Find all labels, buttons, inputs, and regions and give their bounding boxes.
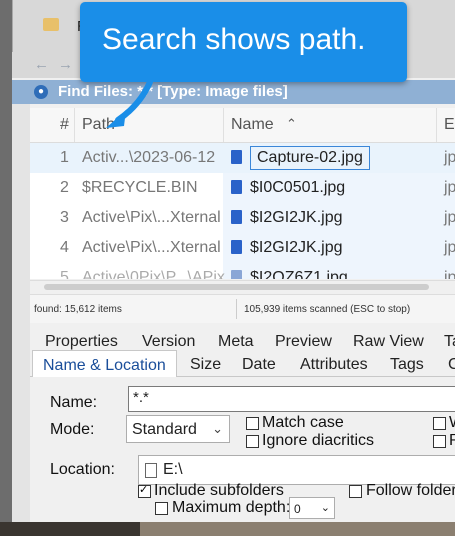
table-row[interactable]: 1 Activ...\2023-06-12 Capture-02.jpg jp: [30, 143, 455, 173]
right-option-label-1: W: [449, 414, 455, 432]
name-pattern-input[interactable]: *.*: [128, 386, 455, 412]
column-separator: [74, 108, 75, 142]
table-row[interactable]: 2 $RECYCLE.BIN $I0C0501.jpg jp: [30, 173, 455, 203]
left-panel: [12, 104, 30, 522]
row-name: $I2OZ6Z1.jpg: [250, 269, 348, 279]
column-separator: [436, 108, 437, 142]
tab-version[interactable]: Version: [142, 333, 195, 351]
row-name: $I2GI2JK.jpg: [250, 209, 343, 226]
right-option-checkbox-1[interactable]: [433, 417, 446, 430]
include-subfolders-label: Include subfolders: [154, 482, 284, 499]
column-ext[interactable]: E: [444, 116, 455, 134]
tab-more-partial[interactable]: C: [448, 356, 455, 374]
tabs-upper-row: Properties Version Meta Preview Raw View…: [30, 330, 455, 352]
mode-label: Mode:: [50, 421, 95, 438]
image-file-icon: [231, 240, 242, 254]
tab-name-location[interactable]: Name & Location: [32, 350, 177, 377]
row-ext: jp: [444, 149, 455, 166]
row-path: Active\Pix\...Xternal: [82, 209, 221, 226]
scrollbar-thumb[interactable]: [44, 284, 429, 290]
location-value: E:\: [163, 461, 183, 478]
match-case-checkbox[interactable]: [246, 417, 259, 430]
location-input[interactable]: E:\: [138, 455, 455, 485]
image-file-icon: [231, 180, 242, 194]
file-list: 1 Activ...\2023-06-12 Capture-02.jpg jp …: [30, 143, 455, 279]
include-subfolders-checkbox[interactable]: [138, 483, 151, 498]
right-option-checkbox-2[interactable]: [433, 435, 446, 448]
find-files-label: Find Files: *.* [Type: Image files]: [58, 83, 288, 100]
table-row[interactable]: 5 Active\0Pix\P...\APix $I2OZ6Z1.jpg jp: [30, 263, 455, 279]
tabs-lower-row: Name & Location Size Date Attributes Tag…: [30, 350, 455, 377]
row-number: 2: [60, 179, 69, 196]
match-case-label: Match case: [262, 414, 344, 431]
left-window-edge: [0, 52, 12, 522]
maximum-depth-label: Maximum depth:: [172, 499, 291, 516]
maximum-depth-checkbox[interactable]: [155, 502, 168, 515]
row-ext: jp: [444, 179, 455, 196]
follow-folder-label: Follow folder: [366, 482, 455, 499]
tab-attributes[interactable]: Attributes: [300, 356, 368, 374]
row-number: 5: [60, 269, 69, 279]
column-number[interactable]: #: [60, 116, 69, 134]
row-path: $RECYCLE.BIN: [82, 179, 198, 196]
tab-properties[interactable]: Properties: [45, 333, 118, 351]
row-name: $I0C0501.jpg: [250, 179, 346, 196]
chevron-down-icon: ⌄: [320, 502, 330, 514]
tab-raw-view[interactable]: Raw View: [353, 333, 424, 351]
found-count: found: 15,612 items: [34, 304, 122, 315]
row-path: Active\Pix\...Xternal: [82, 239, 221, 256]
sort-ascending-icon: ⌃: [286, 116, 297, 131]
mode-value: Standard: [132, 421, 197, 438]
status-bar: found: 15,612 items 105,939 items scanne…: [30, 294, 455, 323]
background-photo-light: [140, 522, 455, 536]
column-name[interactable]: Name: [231, 116, 274, 134]
row-path: Activ...\2023-06-12: [82, 149, 216, 166]
search-icon: ●: [34, 85, 48, 99]
row-number: 3: [60, 209, 69, 226]
right-option-label-2: R: [449, 432, 455, 449]
tab-preview[interactable]: Preview: [275, 333, 332, 351]
image-file-icon: [231, 270, 242, 279]
row-ext: jp: [444, 239, 455, 256]
ignore-diacritics-label: Ignore diacritics: [262, 432, 375, 449]
forward-arrow-icon[interactable]: →: [58, 56, 73, 73]
callout-text: Search shows path.: [102, 23, 366, 56]
image-file-icon: [231, 210, 242, 224]
tab-date[interactable]: Date: [242, 356, 276, 374]
tab-tags-partial[interactable]: Ta: [444, 333, 455, 351]
tab-tags[interactable]: Tags: [390, 356, 424, 374]
location-label: Location:: [50, 461, 115, 478]
tab-size[interactable]: Size: [190, 356, 221, 374]
row-ext: jp: [444, 209, 455, 226]
follow-folder-checkbox[interactable]: [349, 485, 362, 498]
chevron-down-icon: ⌄: [212, 421, 223, 436]
name-label: Name:: [50, 394, 98, 411]
scanned-count: 105,939 items scanned (ESC to stop): [244, 304, 411, 315]
callout-tooltip: Search shows path.: [80, 2, 407, 82]
image-file-icon: [231, 150, 242, 164]
row-number: 4: [60, 239, 69, 256]
folder-icon: [43, 18, 59, 31]
column-path[interactable]: Path: [82, 116, 115, 134]
find-files-bar: ● Find Files: *.* [Type: Image files]: [12, 80, 455, 104]
document-icon: [145, 463, 157, 478]
column-separator: [223, 108, 224, 142]
mode-dropdown[interactable]: Standard ⌄: [126, 415, 230, 443]
table-row[interactable]: 3 Active\Pix\...Xternal $I2GI2JK.jpg jp: [30, 203, 455, 233]
ignore-diacritics-checkbox[interactable]: [246, 435, 259, 448]
horizontal-scrollbar[interactable]: [30, 280, 455, 293]
back-arrow-icon[interactable]: ←: [34, 56, 49, 73]
row-number: 1: [60, 149, 69, 166]
tab-meta[interactable]: Meta: [218, 333, 254, 351]
row-name-edit[interactable]: Capture-02.jpg: [250, 146, 370, 170]
status-divider: [236, 299, 237, 319]
file-list-header: # Path Name ⌃ E: [30, 108, 455, 143]
row-name: $I2GI2JK.jpg: [250, 239, 343, 256]
row-path: Active\0Pix\P...\APix: [82, 269, 225, 279]
row-ext: jp: [444, 269, 455, 279]
depth-dropdown[interactable]: 0 ⌄: [289, 497, 335, 519]
depth-value: 0: [294, 502, 301, 516]
table-row[interactable]: 4 Active\Pix\...Xternal $I2GI2JK.jpg jp: [30, 233, 455, 263]
background-photo-strip: [0, 522, 455, 536]
